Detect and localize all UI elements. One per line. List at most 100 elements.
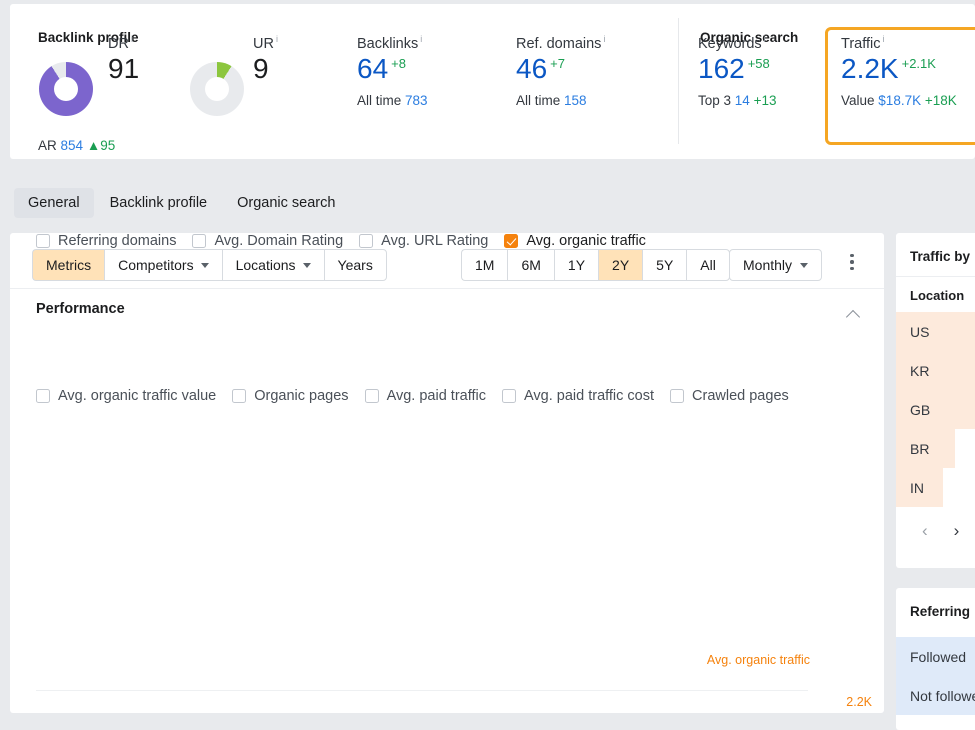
checkbox-crawled-pages[interactable]: Crawled pages (670, 388, 789, 404)
range-2y-button[interactable]: 2Y (598, 249, 642, 281)
info-icon[interactable]: i (882, 34, 884, 44)
tab-general[interactable]: General (14, 188, 94, 218)
location-row[interactable]: GB (896, 390, 975, 429)
chevron-down-icon (800, 263, 808, 268)
location-code: US (910, 324, 929, 340)
checkbox-box (504, 234, 518, 248)
info-icon[interactable]: i (131, 34, 133, 44)
metric-backlinks-label: Backlinksi (357, 34, 428, 52)
chevron-left-icon[interactable]: ‹ (922, 521, 928, 541)
metric-traffic-value[interactable]: 2.2K (841, 53, 899, 84)
metrics-summary-card: Backlink profile Organic search DRi 91 A… (10, 4, 975, 159)
chevron-down-icon (201, 263, 209, 268)
checkbox-box (365, 389, 379, 403)
locations-filter-button[interactable]: Locations (222, 249, 324, 281)
range-5y-button[interactable]: 5Y (642, 249, 686, 281)
checkbox-avg-paid-traffic-cost[interactable]: Avg. paid traffic cost (502, 388, 654, 404)
location-code: GB (910, 402, 930, 418)
bar-fill (896, 351, 975, 390)
range-1m-button[interactable]: 1M (461, 249, 507, 281)
performance-section-title: Performance (36, 301, 125, 317)
ar-value[interactable]: 854 (61, 138, 84, 153)
tab-backlink-profile[interactable]: Backlink profile (96, 188, 222, 218)
metric-dr-label-text: DR (108, 36, 129, 52)
location-row[interactable]: US (896, 312, 975, 351)
location-code: BR (910, 441, 929, 457)
checkbox-box (670, 389, 684, 403)
checkbox-avg-organic-traffic[interactable]: Avg. organic traffic (504, 233, 646, 249)
metric-backlinks-value[interactable]: 64 (357, 53, 388, 84)
checkbox-referring-domains[interactable]: Referring domains (36, 233, 176, 249)
ar-label: AR (38, 138, 57, 153)
checkbox-box (502, 389, 516, 403)
kebab-dot (850, 260, 854, 264)
chevron-up-icon[interactable] (847, 308, 860, 321)
info-icon[interactable]: i (603, 34, 605, 44)
referring-type: Followed (910, 649, 966, 665)
info-icon[interactable]: i (420, 34, 422, 44)
range-1y-button[interactable]: 1Y (554, 249, 598, 281)
checkbox-label: Avg. URL Rating (381, 233, 488, 249)
location-row[interactable]: IN (896, 468, 975, 507)
ref-domains-alltime-value[interactable]: 158 (564, 93, 587, 108)
metric-backlinks-delta: +8 (391, 56, 406, 71)
referring-row[interactable]: Followed (896, 637, 975, 676)
backlinks-alltime-value[interactable]: 783 (405, 93, 428, 108)
competitors-filter-button[interactable]: Competitors (104, 249, 221, 281)
checkbox-avg-url-rating[interactable]: Avg. URL Rating (359, 233, 488, 249)
more-options-button[interactable] (841, 251, 863, 273)
tab-organic-search[interactable]: Organic search (223, 188, 349, 218)
info-icon[interactable]: i (764, 34, 766, 44)
kebab-dot (850, 254, 854, 258)
keywords-top3-value[interactable]: 14 (735, 93, 750, 108)
location-row[interactable]: BR (896, 429, 975, 468)
traffic-by-location-panel: Traffic by Location US KR GB BR IN ‹ › (896, 233, 975, 568)
chart-line-series (101, 679, 826, 730)
location-code: IN (910, 480, 924, 496)
location-column-header: Location (896, 277, 975, 312)
ar-delta: ▲95 (87, 138, 115, 153)
metric-ur-value: 9 (253, 54, 278, 85)
location-row[interactable]: KR (896, 351, 975, 390)
metric-dr: DRi 91 (108, 34, 139, 85)
locations-filter-label: Locations (236, 257, 296, 273)
checkbox-label: Avg. paid traffic (387, 388, 486, 404)
metric-ur: URi 9 (253, 34, 278, 85)
checkbox-organic-pages[interactable]: Organic pages (232, 388, 348, 404)
metric-dr-sub: AR 854 ▲95 (38, 130, 115, 153)
metric-ur-label: URi (253, 34, 278, 52)
metric-keywords-delta: +58 (748, 56, 770, 71)
metric-ref-domains-label: Ref. domainsi (516, 34, 605, 52)
traffic-value-amount[interactable]: $18.7K (878, 93, 921, 108)
filter-button-group: Metrics Competitors Locations Years (32, 249, 387, 281)
years-filter-button[interactable]: Years (324, 249, 387, 281)
metric-keywords-label-text: Keywords (698, 36, 762, 52)
chart-area-fill (101, 679, 826, 730)
traffic-line-chart: Avg. organic traffic 2.2K 1.7K 1.1K 550 … (36, 653, 872, 730)
chevron-right-icon[interactable]: › (954, 521, 960, 541)
checkbox-label: Referring domains (58, 233, 176, 249)
location-code: KR (910, 363, 929, 379)
metric-traffic-delta: +2.1K (902, 56, 936, 71)
checkbox-box (36, 389, 50, 403)
metric-ref-domains-delta: +7 (550, 56, 565, 71)
page-tabs: General Backlink profile Organic search (14, 188, 349, 218)
metric-ref-domains: Ref. domainsi 46+7 All time 158 (516, 34, 605, 108)
checkbox-avg-paid-traffic[interactable]: Avg. paid traffic (365, 388, 486, 404)
info-icon[interactable]: i (276, 34, 278, 44)
checkbox-avg-domain-rating[interactable]: Avg. Domain Rating (192, 233, 343, 249)
metric-dr-label: DRi (108, 34, 139, 52)
metrics-filter-button[interactable]: Metrics (32, 249, 104, 281)
competitors-filter-label: Competitors (118, 257, 193, 273)
metric-keywords-value[interactable]: 162 (698, 53, 745, 84)
date-range-button-group: 1M 6M 1Y 2Y 5Y All (461, 249, 730, 281)
range-6m-button[interactable]: 6M (507, 249, 553, 281)
keywords-top3-delta: +13 (754, 93, 777, 108)
metric-ref-domains-value[interactable]: 46 (516, 53, 547, 84)
range-all-button[interactable]: All (686, 249, 730, 281)
performance-panel: Metrics Competitors Locations Years 1M 6… (10, 233, 884, 713)
checkbox-box (192, 234, 206, 248)
granularity-dropdown[interactable]: Monthly (729, 249, 822, 281)
referring-row[interactable]: Not followed (896, 676, 975, 715)
checkbox-avg-organic-traffic-value[interactable]: Avg. organic traffic value (36, 388, 216, 404)
